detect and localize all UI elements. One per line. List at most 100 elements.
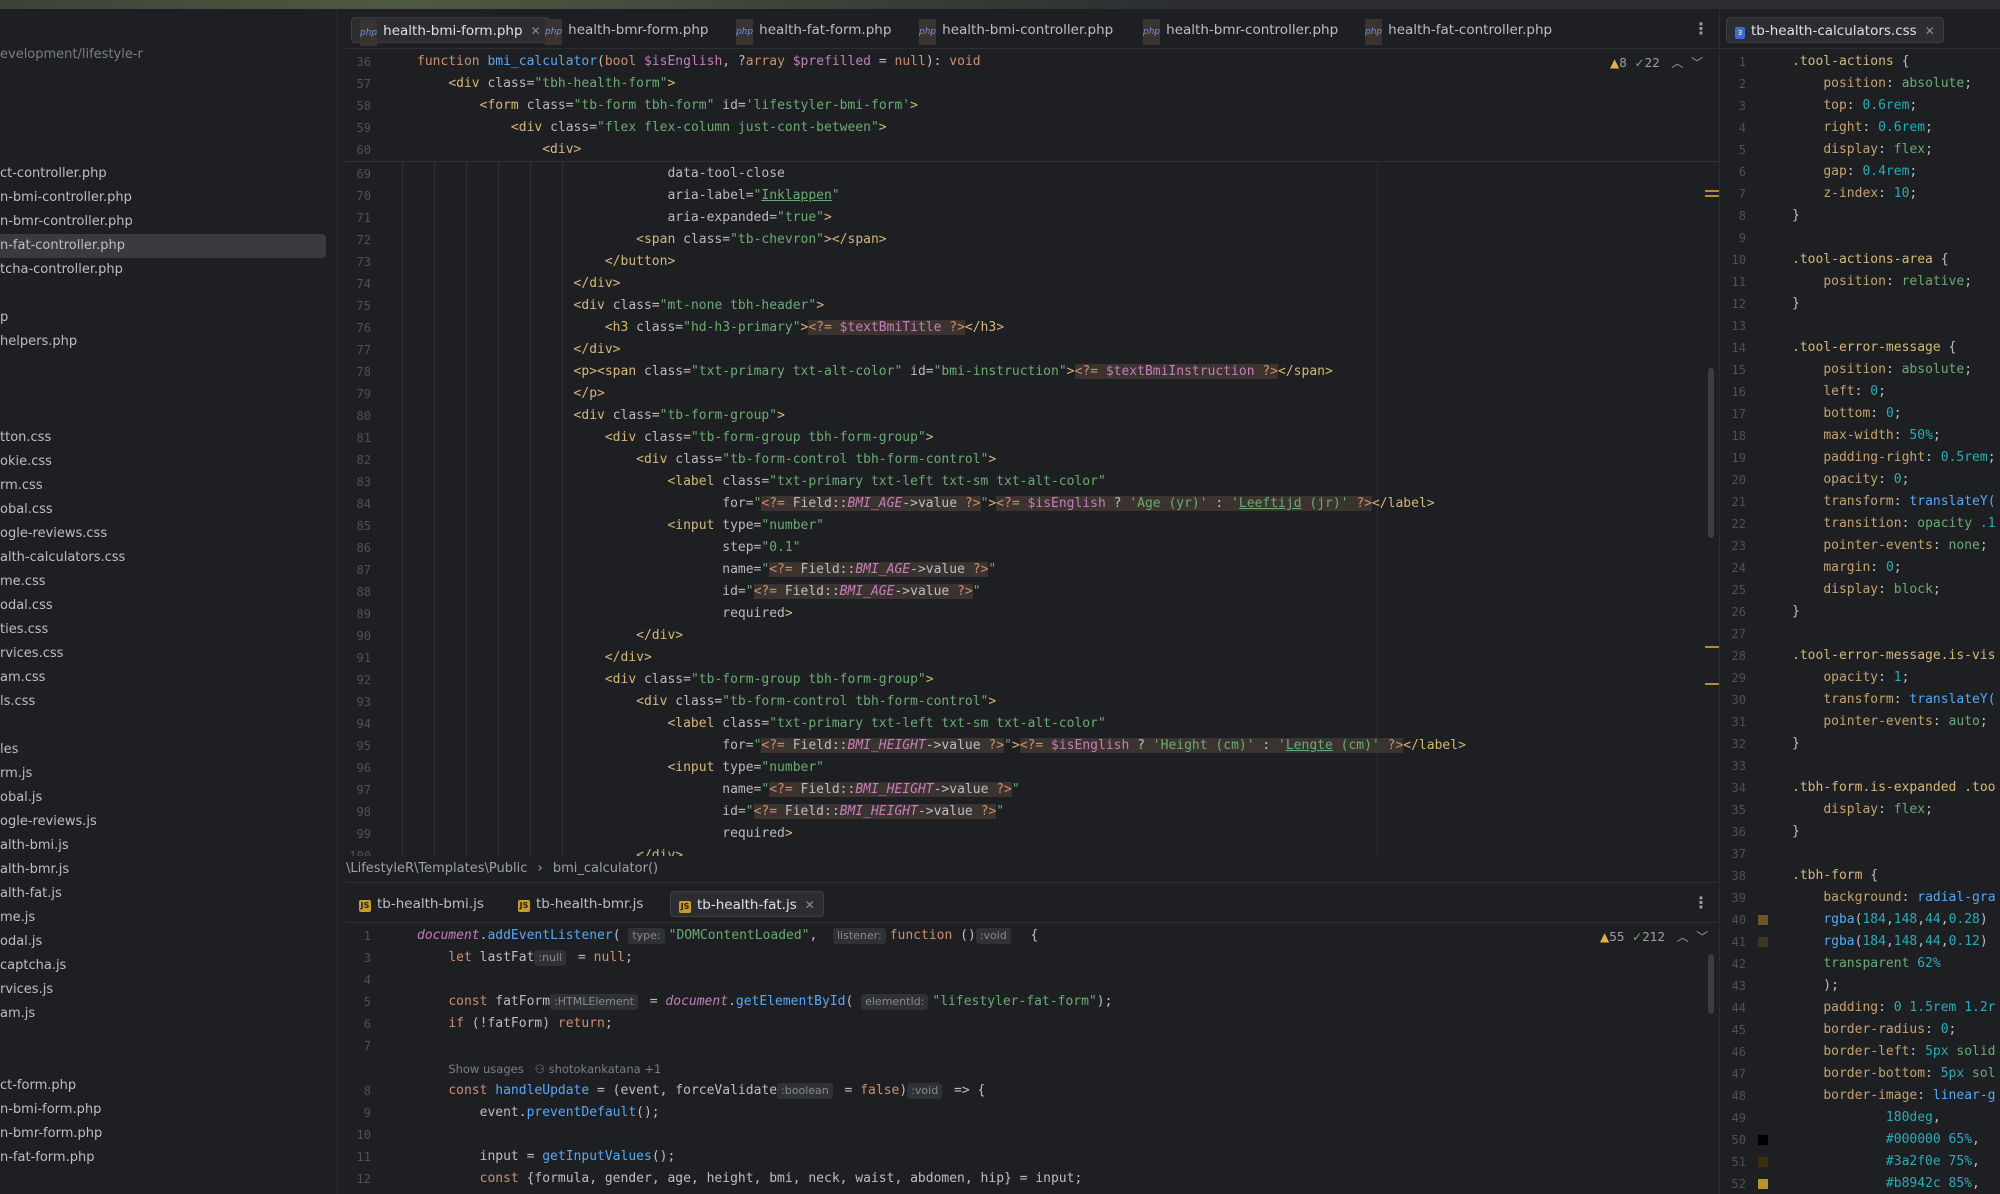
tab-tb-health-calculators-css[interactable]: 3 tb-health-calculators.css ✕	[1726, 17, 1944, 43]
sidebar-file-item[interactable]: n-fat-controller.php	[0, 234, 326, 258]
code-line[interactable]: required>	[417, 603, 792, 625]
code-line[interactable]: <h3 class="hd-h3-primary"><?= $textBmiTi…	[417, 317, 1004, 339]
code-line[interactable]: opacity: 1;	[1792, 667, 1909, 689]
sidebar-file-item[interactable]: ties.css	[0, 618, 48, 642]
code-line[interactable]: <label class="txt-primary txt-left txt-s…	[417, 713, 1105, 735]
more-options-icon[interactable]: ⋮	[1693, 19, 1709, 38]
code-line[interactable]: transparent 62%	[1792, 953, 1940, 975]
sidebar-file-item[interactable]: n-bmr-form.php	[0, 1122, 102, 1146]
code-line[interactable]: document.addEventListener( type: "DOMCont…	[417, 925, 1038, 947]
vertical-scrollbar[interactable]	[1708, 954, 1714, 1014]
code-line[interactable]: transform: translateY(	[1792, 491, 1995, 513]
code-line[interactable]: border-left: 5px solid	[1792, 1041, 1995, 1063]
sidebar-file-item[interactable]: odal.css	[0, 594, 53, 618]
chevron-down-icon[interactable]: ﹀	[1696, 930, 1708, 944]
sidebar-file-item[interactable]: p	[0, 306, 8, 330]
tab-health-fat-controller-php[interactable]: php health-fat-controller.php	[1357, 17, 1560, 45]
sidebar-file-item[interactable]: alth-fat.js	[0, 882, 62, 906]
code-line[interactable]: const {formula, gender, age, height, bmi…	[417, 1168, 1083, 1190]
code-line[interactable]: <input type="number"	[417, 757, 824, 779]
code-line[interactable]: z-index: 10;	[1792, 183, 1917, 205]
code-line[interactable]: transition: opacity .1	[1792, 513, 1995, 535]
sidebar-file-item[interactable]: n-bmr-controller.php	[0, 210, 133, 234]
chevron-up-icon[interactable]: ︿	[1671, 56, 1683, 70]
close-icon[interactable]: ✕	[1925, 24, 1935, 38]
code-line[interactable]: margin: 0;	[1792, 557, 1901, 579]
code-line[interactable]: const handleUpdate = (event, forceValida…	[417, 1080, 985, 1102]
breadcrumb-function[interactable]: bmi_calculator()	[553, 861, 658, 876]
code-line[interactable]: <div class="tb-form-control tbh-form-con…	[417, 449, 996, 471]
sidebar-file-item[interactable]: rm.css	[0, 474, 43, 498]
code-line[interactable]: border-radius: 0;	[1792, 1019, 1956, 1041]
warning-marker[interactable]	[1705, 195, 1719, 197]
code-line[interactable]: required>	[417, 823, 792, 845]
code-line[interactable]: .tool-error-message.is-vis	[1792, 645, 1996, 667]
code-line[interactable]: step="0.1"	[417, 537, 800, 559]
sidebar-file-item[interactable]: am.js	[0, 1002, 35, 1026]
sidebar-file-item[interactable]: okie.css	[0, 450, 52, 474]
breadcrumb-path[interactable]: \LifestyleR\Templates\Public	[346, 861, 527, 876]
code-line[interactable]: opacity: 0;	[1792, 469, 1909, 491]
code-line[interactable]: background: radial-gra	[1792, 887, 1995, 909]
code-line[interactable]: border-bottom: 5px sol	[1792, 1063, 1995, 1085]
code-line[interactable]: <div>	[417, 139, 581, 161]
code-line[interactable]: <div class="tbh-health-form">	[417, 73, 675, 95]
code-line[interactable]: </div>	[417, 339, 621, 361]
code-line[interactable]: let lastFat:null = null;	[417, 947, 633, 969]
code-line[interactable]: id="<?= Field::BMI_AGE->value ?>"	[417, 581, 981, 603]
sidebar-file-item[interactable]: ct-controller.php	[0, 162, 107, 186]
sidebar-file-item[interactable]: n-bmi-form.php	[0, 1098, 101, 1122]
sidebar-file-item[interactable]: ls.css	[0, 690, 35, 714]
more-options-icon[interactable]: ⋮	[1693, 893, 1709, 912]
sidebar-file-item[interactable]: n-fat-form.php	[0, 1146, 94, 1170]
code-line[interactable]: <label class="txt-primary txt-left txt-s…	[417, 471, 1105, 493]
code-line[interactable]: #3a2f0e 75%,	[1792, 1151, 1980, 1173]
code-line[interactable]: pointer-events: none;	[1792, 535, 1987, 557]
code-line[interactable]: <div class="tb-form-group tbh-form-group…	[417, 669, 934, 691]
code-line[interactable]: transform: translateY(	[1792, 689, 1995, 711]
warning-marker[interactable]	[1705, 190, 1719, 192]
code-line[interactable]: top: 0.6rem;	[1792, 95, 1917, 117]
code-line[interactable]: </div>	[417, 273, 621, 295]
code-line[interactable]: gap: 0.4rem;	[1792, 161, 1917, 183]
code-line[interactable]: Show usages ⚇ shotokankatana +1	[417, 1058, 661, 1080]
color-swatch[interactable]	[1758, 915, 1768, 925]
code-line[interactable]: position: relative;	[1792, 271, 1972, 293]
code-line[interactable]: <div class="mt-none tbh-header">	[417, 295, 824, 317]
sidebar-file-item[interactable]: ogle-reviews.js	[0, 810, 97, 834]
code-line[interactable]: id="<?= Field::BMI_HEIGHT->value ?>"	[417, 801, 1004, 823]
code-line[interactable]: right: 0.6rem;	[1792, 117, 1933, 139]
sidebar-file-item[interactable]: les	[0, 738, 18, 762]
bottom-code-editor[interactable]: 1 document.addEventListener( type: "DOMCon…	[345, 924, 1719, 1194]
code-line[interactable]: position: absolute;	[1792, 73, 1972, 95]
code-line[interactable]: left: 0;	[1792, 381, 1886, 403]
code-line[interactable]: rgba(184,148,44,0.12)	[1792, 931, 1987, 953]
warning-marker[interactable]	[1705, 646, 1719, 648]
tab-health-bmr-form-php[interactable]: php health-bmr-form.php	[537, 17, 717, 45]
code-line[interactable]: aria-expanded="true">	[417, 207, 831, 229]
code-line[interactable]: <input type="number"	[417, 515, 824, 537]
code-line[interactable]: }	[1792, 205, 1800, 227]
code-line[interactable]: const fatForm:HTMLElement = document.get…	[417, 991, 1112, 1013]
code-line[interactable]: }	[1792, 821, 1800, 843]
code-line[interactable]: input = getInputValues();	[417, 1146, 676, 1168]
tab-health-fat-form-php[interactable]: php health-fat-form.php	[728, 17, 899, 45]
color-swatch[interactable]	[1758, 937, 1768, 947]
code-line[interactable]: for="<?= Field::BMI_HEIGHT->value ?>"><?…	[417, 735, 1466, 757]
sidebar-file-item[interactable]: rvices.js	[0, 978, 53, 1002]
sidebar-file-item[interactable]: alth-bmi.js	[0, 834, 69, 858]
code-line[interactable]: <div class="tb-form-group tbh-form-group…	[417, 427, 934, 449]
sidebar-file-item[interactable]: tcha-controller.php	[0, 258, 123, 282]
code-line[interactable]: aria-label="Inklappen"	[417, 185, 839, 207]
sidebar-file-item[interactable]: alth-bmr.js	[0, 858, 69, 882]
code-line[interactable]: .tbh-form.is-expanded .too	[1792, 777, 1996, 799]
sidebar-file-item[interactable]: alth-calculators.css	[0, 546, 125, 570]
code-line[interactable]: </button>	[417, 251, 675, 273]
sidebar-file-item[interactable]: me.css	[0, 570, 46, 594]
code-line[interactable]: <p><span class="txt-primary txt-alt-colo…	[417, 361, 1333, 383]
code-line[interactable]: position: absolute;	[1792, 359, 1972, 381]
color-swatch[interactable]	[1758, 1135, 1768, 1145]
color-swatch[interactable]	[1758, 1179, 1768, 1189]
close-icon[interactable]: ✕	[805, 898, 815, 912]
code-line[interactable]: display: flex;	[1792, 799, 1933, 821]
